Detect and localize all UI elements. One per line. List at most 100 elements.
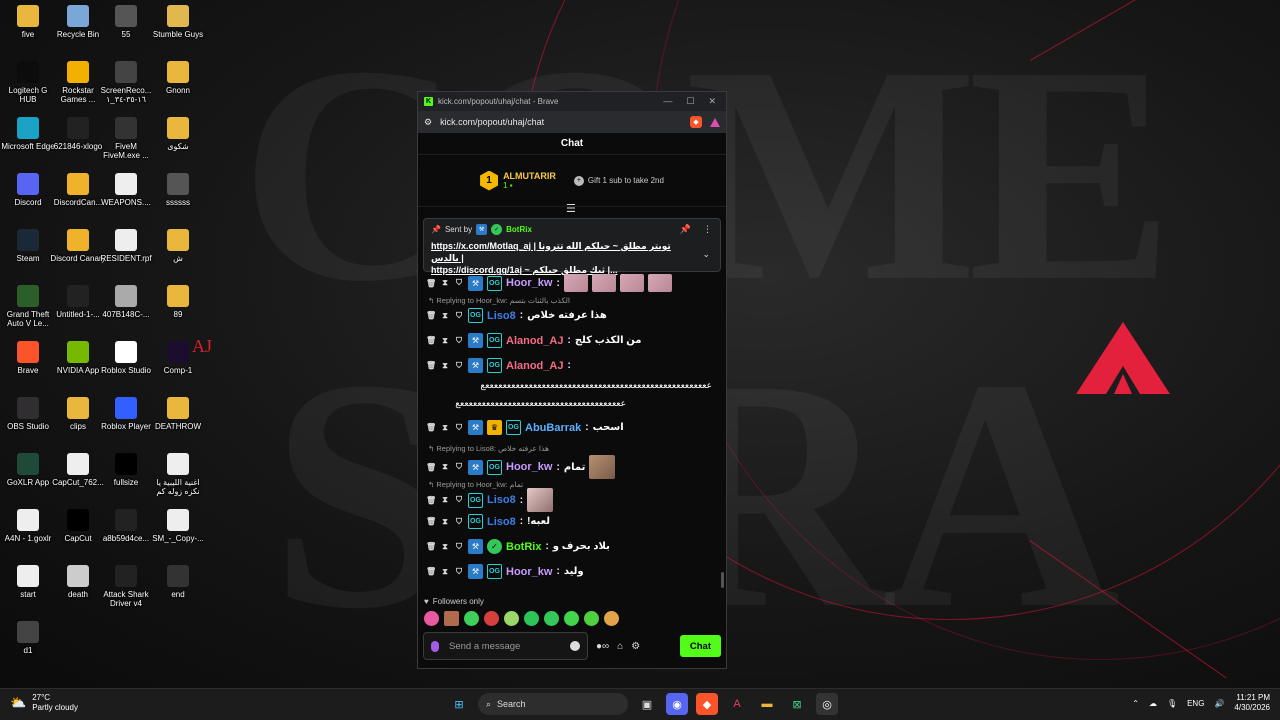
chat-message[interactable]: 🗑 ⧗ ⛉ ⚒ OG Alanod_AJ: — [426, 358, 714, 373]
obs-taskbar-icon[interactable]: ◎ — [816, 693, 838, 715]
chevron-down-icon[interactable]: ⌄ — [702, 249, 710, 260]
desktop-icon[interactable]: five — [0, 5, 56, 39]
reply-context[interactable]: ↰ Replying to Hoor_kw: الكذب بالثنات بتس… — [428, 296, 570, 305]
desktop-icon[interactable]: Attack Shark Driver v4 — [98, 565, 154, 608]
desktop-icon[interactable]: A4N - 1.goxlr — [0, 509, 56, 543]
desktop-icon[interactable]: SM_-_Copy-... — [150, 509, 206, 543]
timeout-icon[interactable]: ⧗ — [440, 495, 450, 505]
desktop-icon[interactable]: end — [150, 565, 206, 599]
desktop-icon[interactable]: 407B148C-... — [98, 285, 154, 319]
timeout-icon[interactable]: ⧗ — [440, 567, 450, 577]
tray-overflow-icon[interactable]: ⌃ — [1132, 699, 1139, 708]
ban-icon[interactable]: ⛉ — [454, 336, 464, 346]
desktop-icon[interactable]: Stumble Guys — [150, 5, 206, 39]
chat-message[interactable]: 🗑 ⧗ ⛉ ⚒ OG Hoor_kw: تمام — [426, 455, 714, 479]
emoji-picker-icon[interactable] — [570, 641, 580, 651]
timeout-icon[interactable]: ⧗ — [440, 311, 450, 321]
chat-username[interactable]: Hoor_kw — [506, 461, 552, 473]
desktop-icon[interactable]: DEATHROW — [150, 397, 206, 431]
microphone-tray-icon[interactable]: 🎙 — [1167, 699, 1177, 708]
brave-rewards-icon[interactable] — [710, 117, 720, 127]
delete-icon[interactable]: 🗑 — [426, 496, 436, 505]
file-explorer-icon[interactable]: ▬ — [756, 693, 778, 715]
chat-input-placeholder[interactable]: Send a message — [449, 641, 560, 652]
close-icon[interactable]: ✕ — [708, 96, 716, 107]
maximize-icon[interactable]: ☐ — [686, 96, 694, 107]
browser-window[interactable]: K kick.com/popout/uhaj/chat - Brave — ☐ … — [417, 91, 727, 669]
emote-button[interactable] — [584, 611, 599, 626]
task-view-icon[interactable]: ▣ — [636, 693, 658, 715]
ban-icon[interactable]: ⛉ — [454, 517, 464, 527]
chat-input[interactable]: Send a message — [423, 632, 588, 660]
chat-message[interactable]: 🗑 ⧗ ⛉ OG Liso8: !لعبه — [426, 514, 714, 529]
desktop-icon[interactable]: OBS Studio — [0, 397, 56, 431]
desktop-icon[interactable]: d1 — [0, 621, 56, 655]
chat-message[interactable]: 🗑 ⧗ ⛉ ⚒ ♛ OG AbuBarrak: اسحب — [426, 420, 714, 435]
emote-button[interactable] — [564, 611, 579, 626]
chat-username[interactable]: BotRix — [506, 541, 541, 553]
desktop-icon[interactable]: a8b59d4ce... — [98, 509, 154, 543]
delete-icon[interactable]: 🗑 — [426, 423, 436, 432]
send-chat-button[interactable]: Chat — [679, 635, 721, 657]
desktop-icon[interactable]: Roblox Studio — [98, 341, 154, 375]
timeout-icon[interactable]: ⧗ — [440, 278, 450, 288]
unpin-icon[interactable]: 📌 — [680, 224, 691, 235]
taskbar-clock[interactable]: 11:21 PM 4/30/2026 — [1234, 693, 1270, 714]
desktop-icon[interactable]: 89 — [150, 285, 206, 319]
store-icon[interactable]: ⌂ — [617, 641, 623, 652]
language-indicator[interactable]: ENG — [1187, 699, 1204, 708]
chat-username[interactable]: Liso8 — [487, 494, 516, 506]
gear-icon[interactable]: ⚙ — [631, 641, 640, 652]
desktop-icon[interactable]: Comp-1 — [150, 341, 206, 375]
quick-emote-bar[interactable] — [424, 611, 619, 626]
chat-username[interactable]: Hoor_kw — [506, 277, 552, 289]
pinned-message[interactable]: 📌 Sent by ⚒ ✓ BotRix 📌 ⋮ https://x.com/M… — [423, 218, 721, 275]
chat-message[interactable]: 🗑 ⧗ ⛉ OG Liso8: — [426, 488, 714, 512]
brave-taskbar-icon[interactable]: ◆ — [696, 693, 718, 715]
emote-button[interactable] — [544, 611, 559, 626]
desktop-icon[interactable]: Discord — [0, 173, 56, 207]
url-text[interactable]: kick.com/popout/uhaj/chat — [440, 117, 682, 127]
gift-cta[interactable]: + Gift 1 sub to take 2nd — [573, 175, 664, 186]
desktop-icon[interactable]: Brave — [0, 341, 56, 375]
site-settings-icon[interactable]: ⚙ — [424, 117, 432, 128]
goxlr-taskbar-icon[interactable]: ⊠ — [786, 693, 808, 715]
desktop-icon[interactable]: RESIDENT.rpf — [98, 229, 154, 263]
desktop-icon[interactable]: ش — [150, 229, 206, 263]
chat-username[interactable]: Hoor_kw — [506, 566, 552, 578]
delete-icon[interactable]: 🗑 — [426, 567, 436, 576]
desktop-icon[interactable]: WEAPONS.... — [98, 173, 154, 207]
desktop-icon[interactable]: Microsoft Edge — [0, 117, 56, 151]
more-options-icon[interactable]: ⋮ — [703, 224, 712, 235]
timeout-icon[interactable]: ⧗ — [440, 361, 450, 371]
chat-messages[interactable]: 🗑 ⧗ ⛉ ⚒ OG Hoor_kw: ↰ Replying to Hoor_k… — [418, 272, 726, 596]
desktop-icon[interactable]: GoXLR App — [0, 453, 56, 487]
desktop-icon[interactable]: fullsize — [98, 453, 154, 487]
chat-username[interactable]: Alanod_AJ — [506, 360, 563, 372]
desktop-icon[interactable]: شكوى — [150, 117, 206, 151]
reply-context[interactable]: ↰ Replying to Liso8: هذا عرفته خلاص — [428, 444, 549, 453]
emote-button[interactable] — [464, 611, 479, 626]
desktop-icon[interactable]: ssssss — [150, 173, 206, 207]
delete-icon[interactable]: 🗑 — [426, 542, 436, 551]
ban-icon[interactable]: ⛉ — [454, 542, 464, 552]
desktop-icon[interactable]: FiveM FiveM.exe ... — [98, 117, 154, 160]
discord-taskbar-icon[interactable]: ◉ — [666, 693, 688, 715]
chat-message[interactable]: 🗑 ⧗ ⛉ ⚒ OG Hoor_kw: — [426, 274, 714, 292]
emote-button[interactable] — [504, 611, 519, 626]
desktop-icon[interactable]: اغنية الليبية يا نكزه زوله كم — [150, 453, 206, 496]
delete-icon[interactable]: 🗑 — [426, 311, 436, 320]
chat-message[interactable]: 🗑 ⧗ ⛉ ⚒ OG Hoor_kw: وليد — [426, 564, 714, 579]
timeout-icon[interactable]: ⧗ — [440, 542, 450, 552]
window-titlebar[interactable]: K kick.com/popout/uhaj/chat - Brave — ☐ … — [418, 92, 726, 111]
ban-icon[interactable]: ⛉ — [454, 567, 464, 577]
emote-button[interactable] — [604, 611, 619, 626]
timeout-icon[interactable]: ⧗ — [440, 336, 450, 346]
delete-icon[interactable]: 🗑 — [426, 361, 436, 370]
ban-icon[interactable]: ⛉ — [454, 278, 464, 288]
weather-widget[interactable]: ⛅ 27°C Partly cloudy — [10, 693, 78, 713]
taskbar-search[interactable]: ⌕ Search — [478, 693, 628, 715]
chat-username[interactable]: Liso8 — [487, 516, 516, 528]
kick-points-icon[interactable]: ●∞ — [596, 641, 609, 652]
chat-username[interactable]: Alanod_AJ — [506, 335, 563, 347]
